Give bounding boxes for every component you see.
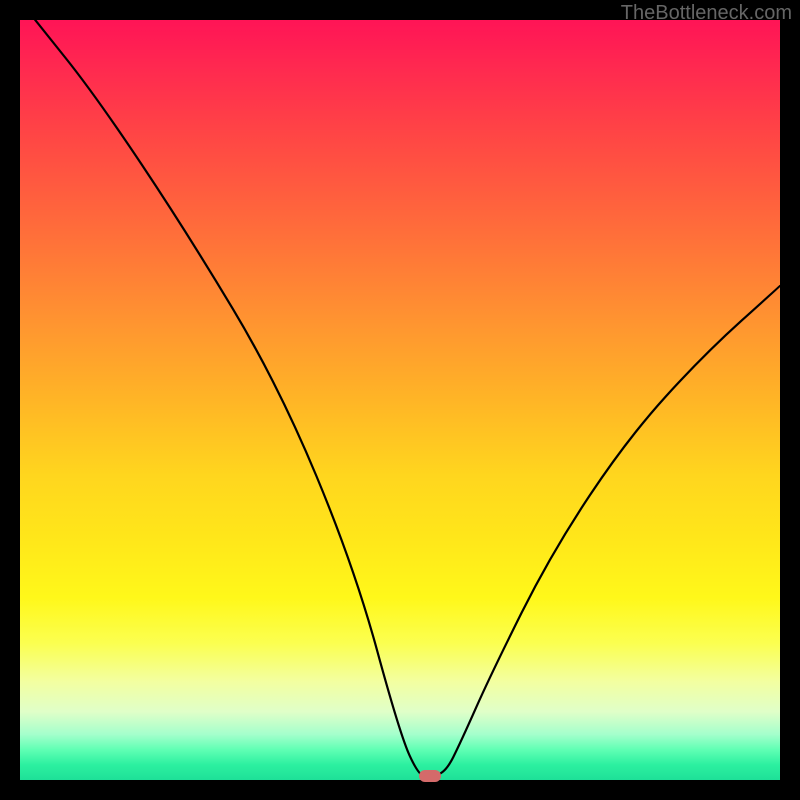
watermark-text: TheBottleneck.com — [621, 2, 792, 25]
optimum-marker — [419, 770, 441, 782]
chart-plot-area — [20, 20, 780, 780]
bottleneck-curve — [20, 20, 780, 780]
